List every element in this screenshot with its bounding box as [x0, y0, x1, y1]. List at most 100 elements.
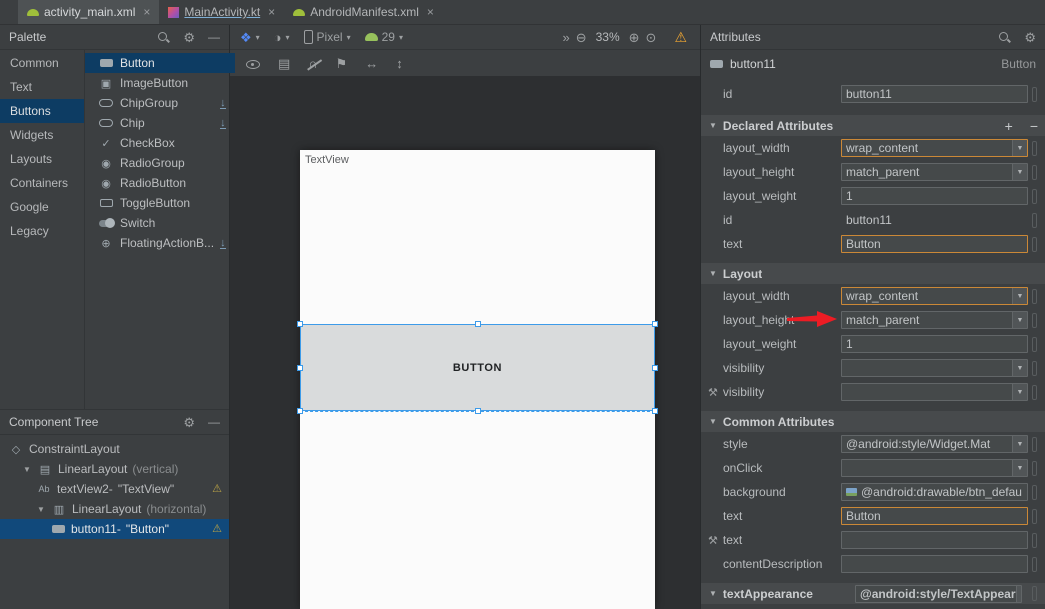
view-options-icon[interactable]: [245, 56, 260, 70]
gear-icon[interactable]: ⚙: [183, 416, 195, 429]
chevron-down-icon[interactable]: ▼: [22, 465, 32, 474]
palette-category-layouts[interactable]: Layouts: [0, 147, 84, 171]
infer-constraints-icon[interactable]: ⚑: [336, 57, 348, 70]
zoom-out-icon[interactable]: ⊖: [576, 31, 587, 44]
palette-component-switch[interactable]: Switch: [85, 213, 235, 233]
palette-component-radiobutton[interactable]: ◉RadioButton: [85, 173, 235, 193]
resource-picker-button[interactable]: [1032, 289, 1037, 304]
search-icon[interactable]: [157, 31, 170, 44]
chevron-down-icon[interactable]: ▼: [36, 505, 46, 514]
palette-component-button[interactable]: Button: [85, 53, 235, 73]
selection-handle[interactable]: [652, 321, 658, 327]
autoconnect-off-icon[interactable]: ∩: [308, 57, 317, 70]
gear-icon[interactable]: ⚙: [1024, 31, 1036, 44]
resource-picker-button[interactable]: [1032, 141, 1037, 156]
resource-picker-button[interactable]: [1032, 533, 1037, 548]
dropdown-arrow-icon[interactable]: ▼: [1012, 164, 1027, 180]
attr-value-field[interactable]: match_parent▼: [841, 163, 1028, 181]
selection-handle[interactable]: [475, 321, 481, 327]
palette-category-common[interactable]: Common: [0, 51, 84, 75]
theme-selector[interactable]: ◑ ▾: [274, 31, 290, 44]
palette-category-widgets[interactable]: Widgets: [0, 123, 84, 147]
design-canvas[interactable]: TextView BUTTON: [230, 76, 700, 609]
selection-handle[interactable]: [297, 321, 303, 327]
download-icon[interactable]: ↓: [220, 118, 226, 129]
tree-item-linearlayout[interactable]: ▼▤LinearLayout(vertical): [0, 459, 229, 479]
palette-category-buttons[interactable]: Buttons: [0, 99, 84, 123]
canvas-selected-button[interactable]: BUTTON: [300, 324, 655, 411]
dropdown-arrow-icon[interactable]: ▼: [1012, 460, 1027, 476]
attr-value-field[interactable]: @android:drawable/btn_defau: [841, 483, 1028, 501]
resource-picker-button[interactable]: [1032, 213, 1037, 228]
section-header-declared-attributes[interactable]: ▼Declared Attributes+−: [701, 115, 1045, 136]
add-attribute-icon[interactable]: +: [1005, 118, 1013, 134]
tab-mainactivity-kt[interactable]: MainActivity.kt×: [159, 0, 284, 24]
attr-value-field[interactable]: [841, 531, 1028, 549]
device-selector[interactable]: Pixel ▾: [304, 30, 351, 44]
vertical-arrows-icon[interactable]: ↕: [396, 57, 403, 70]
tree-item-button11[interactable]: button11-"Button"⚠: [0, 519, 229, 539]
dropdown-arrow-icon[interactable]: ▼: [1012, 140, 1027, 156]
zoom-to-fit-icon[interactable]: ⊙: [646, 31, 657, 44]
tab-activity-main-xml[interactable]: activity_main.xml×: [18, 0, 159, 24]
attr-value-field[interactable]: Button: [841, 235, 1028, 253]
remove-attribute-icon[interactable]: −: [1030, 118, 1038, 134]
section-header-textappearance[interactable]: ▼textAppearance@android:style/TextAppear…: [701, 583, 1045, 604]
dropdown-arrow-icon[interactable]: ▼: [1012, 288, 1027, 304]
attr-value-field[interactable]: ▼: [841, 459, 1028, 477]
tree-item-textview2[interactable]: AbtextView2-"TextView"⚠: [0, 479, 229, 499]
resource-picker-button[interactable]: [1032, 87, 1037, 102]
palette-component-imagebutton[interactable]: ▣ImageButton: [85, 73, 235, 93]
zoom-level[interactable]: 33%: [596, 30, 620, 44]
id-value-field[interactable]: button11: [841, 85, 1028, 103]
attr-value-field[interactable]: ▼: [841, 359, 1028, 377]
canvas-textview[interactable]: TextView: [305, 154, 349, 166]
palette-component-chip[interactable]: Chip↓: [85, 113, 235, 133]
dropdown-arrow-icon[interactable]: ▼: [1012, 384, 1027, 400]
section-header-common-attributes[interactable]: ▼Common Attributes: [701, 411, 1045, 432]
zoom-in-icon[interactable]: ⊕: [629, 31, 640, 44]
close-icon[interactable]: ×: [427, 5, 434, 19]
palette-component-floatingactionb[interactable]: ⊕FloatingActionB...↓: [85, 233, 235, 253]
palette-category-containers[interactable]: Containers: [0, 171, 84, 195]
resource-picker-button[interactable]: [1032, 586, 1037, 601]
minimize-icon[interactable]: —: [208, 416, 220, 428]
close-icon[interactable]: ×: [268, 5, 275, 19]
resource-picker-button[interactable]: [1032, 165, 1037, 180]
layout-decorations-icon[interactable]: ▤: [278, 57, 290, 70]
download-icon[interactable]: ↓: [220, 98, 226, 109]
tab-androidmanifest-xml[interactable]: AndroidManifest.xml×: [284, 0, 443, 24]
attr-value-field[interactable]: @android:style/TextAppear▼: [855, 585, 1022, 603]
search-icon[interactable]: [998, 31, 1011, 44]
palette-category-legacy[interactable]: Legacy: [0, 219, 84, 243]
dropdown-arrow-icon[interactable]: ▼: [1016, 586, 1022, 602]
minimize-icon[interactable]: —: [208, 31, 220, 43]
resource-picker-button[interactable]: [1032, 385, 1037, 400]
resource-picker-button[interactable]: [1032, 337, 1037, 352]
tree-item-linearlayout[interactable]: ▼▥LinearLayout(horizontal): [0, 499, 229, 519]
resource-picker-button[interactable]: [1032, 557, 1037, 572]
palette-category-google[interactable]: Google: [0, 195, 84, 219]
resource-picker-button[interactable]: [1032, 189, 1037, 204]
attr-value-field[interactable]: 1: [841, 187, 1028, 205]
attr-value-field[interactable]: match_parent▼: [841, 311, 1028, 329]
tree-item-constraintlayout[interactable]: ◇ConstraintLayout: [0, 439, 229, 459]
palette-component-togglebutton[interactable]: ToggleButton: [85, 193, 235, 213]
attr-value-field[interactable]: wrap_content▼: [841, 287, 1028, 305]
dropdown-arrow-icon[interactable]: ▼: [1012, 360, 1027, 376]
attr-value-field[interactable]: ▼: [841, 383, 1028, 401]
attr-value-field[interactable]: wrap_content▼: [841, 139, 1028, 157]
resource-picker-button[interactable]: [1032, 485, 1037, 500]
toolbar-overflow-icon[interactable]: »: [562, 31, 569, 44]
attr-value-field[interactable]: [841, 555, 1028, 573]
dropdown-arrow-icon[interactable]: ▼: [1012, 436, 1027, 452]
selection-handle[interactable]: [652, 408, 658, 414]
gear-icon[interactable]: ⚙: [183, 31, 195, 44]
resource-picker-button[interactable]: [1032, 237, 1037, 252]
download-icon[interactable]: ↓: [220, 238, 226, 249]
api-selector[interactable]: 29 ▾: [365, 30, 403, 44]
palette-category-text[interactable]: Text: [0, 75, 84, 99]
section-header-layout[interactable]: ▼Layout: [701, 263, 1045, 284]
resource-picker-button[interactable]: [1032, 437, 1037, 452]
palette-component-checkbox[interactable]: ✓CheckBox: [85, 133, 235, 153]
